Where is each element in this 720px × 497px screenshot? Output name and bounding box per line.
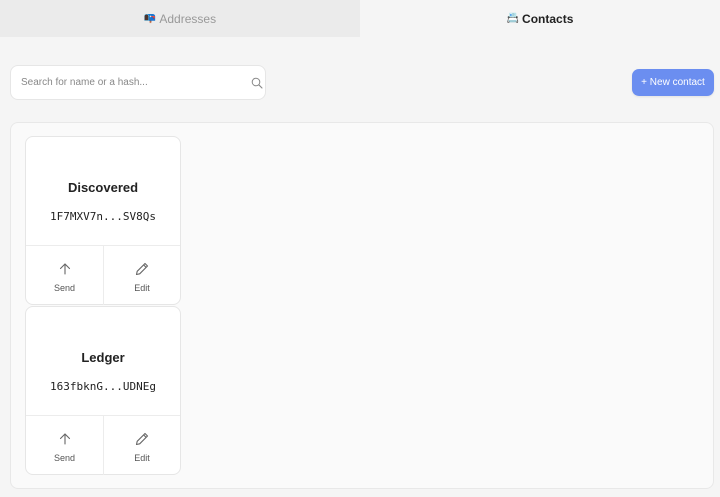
search-box	[10, 65, 266, 100]
send-label: Send	[53, 283, 76, 293]
arrow-up-icon	[59, 263, 70, 275]
tab-contacts[interactable]: 📇 Contacts	[360, 0, 720, 37]
tab-label: Contacts	[522, 11, 574, 26]
pencil-icon	[135, 432, 149, 446]
search-input[interactable]	[21, 66, 226, 99]
edit-label: Edit	[134, 453, 150, 463]
contact-name: Discovered	[67, 180, 139, 195]
send-button[interactable]: Send	[26, 246, 103, 305]
send-label: Send	[53, 453, 76, 463]
contact-name: Ledger	[81, 350, 125, 365]
contact-hash: 163fbknG...UDNEg	[50, 380, 156, 393]
contact-card: Ledger 163fbknG...UDNEg Send Edit	[25, 306, 181, 475]
edit-button[interactable]: Edit	[103, 416, 180, 475]
pencil-icon	[135, 262, 149, 276]
tab-label: Addresses	[159, 11, 217, 26]
send-button[interactable]: Send	[26, 416, 103, 475]
search-icon[interactable]	[251, 77, 263, 89]
contact-card: Discovered 1F7MXV7n...SV8Qs Send Edit	[25, 136, 181, 305]
contact-hash: 1F7MXV7n...SV8Qs	[50, 210, 156, 223]
tab-addresses[interactable]: 📭 Addresses	[0, 0, 360, 37]
edit-label: Edit	[134, 283, 150, 293]
card-index-icon: 📇	[506, 13, 520, 24]
arrow-up-icon	[59, 433, 70, 445]
tab-bar: 📭 Addresses 📇 Contacts	[0, 0, 720, 37]
edit-button[interactable]: Edit	[103, 246, 180, 305]
contact-actions: Send Edit	[26, 415, 180, 475]
mailbox-icon: 📭	[143, 13, 157, 24]
contact-actions: Send Edit	[26, 245, 180, 305]
new-contact-button[interactable]: + New contact	[632, 69, 714, 96]
